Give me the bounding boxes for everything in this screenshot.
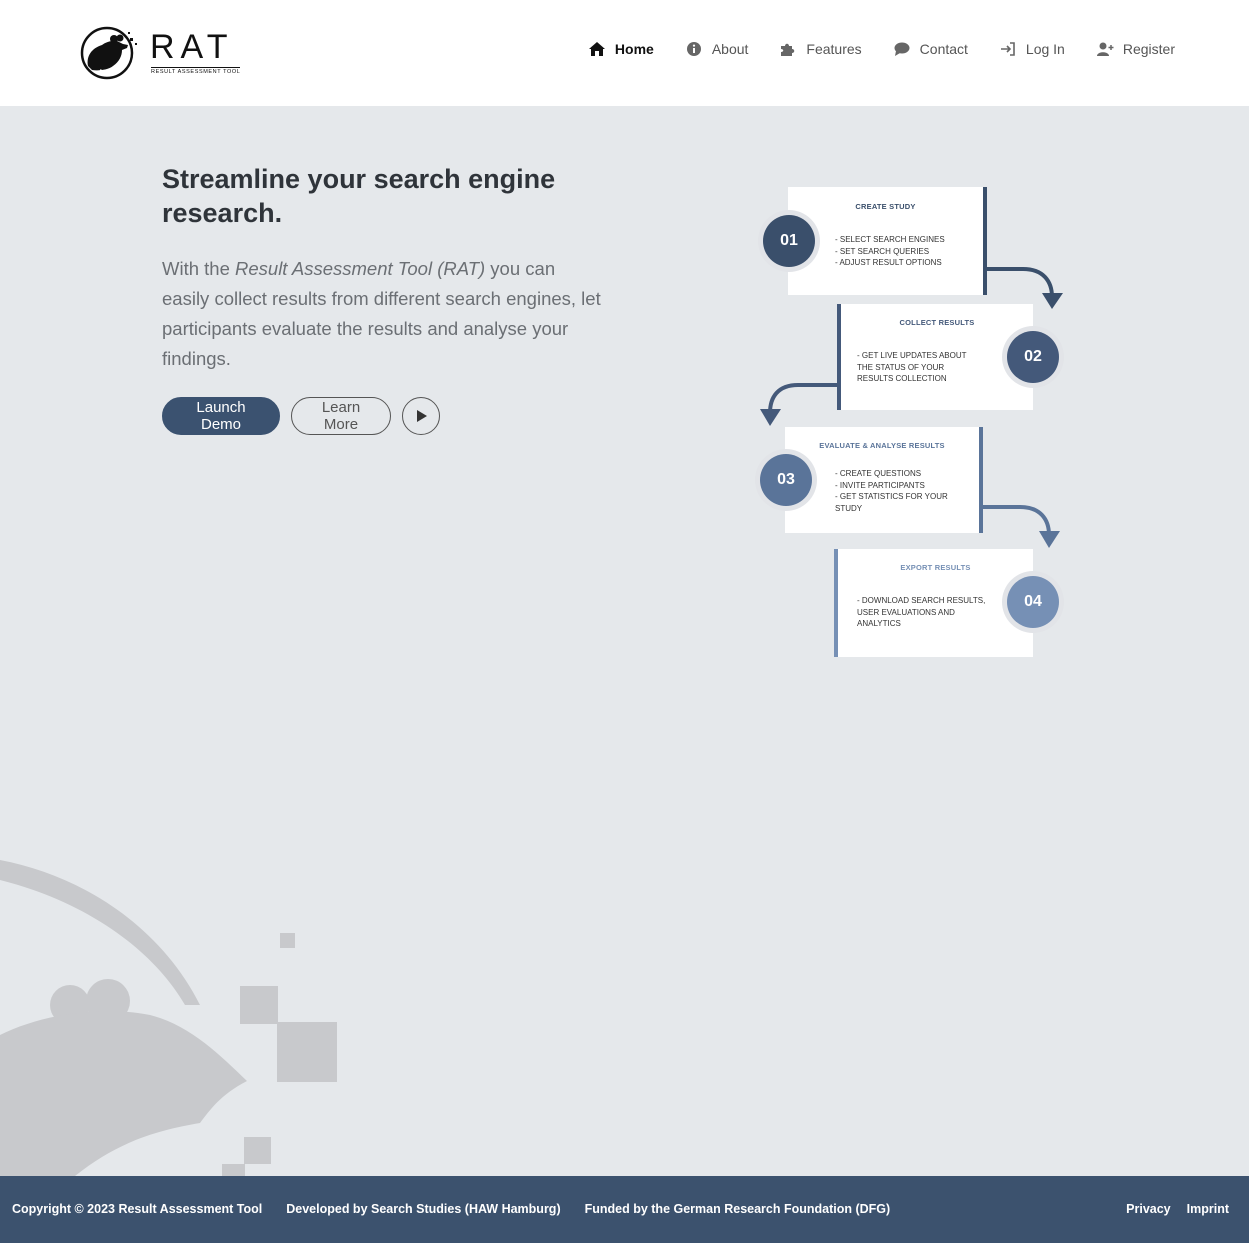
step-card-create-study: CREATE STUDY - SELECT SEARCH ENGINES - S… xyxy=(788,187,983,295)
brand-name: RAT xyxy=(150,28,234,66)
footer-copyright: Copyright © 2023 Result Assessment Tool xyxy=(12,1202,263,1216)
step-number-badge: 04 xyxy=(1007,576,1059,628)
step-detail-line: - GET STATISTICS FOR YOUR xyxy=(835,492,948,502)
step-number-badge: 01 xyxy=(763,215,815,267)
step-card-collect-results: COLLECT RESULTS - GET LIVE UPDATES ABOUT… xyxy=(841,304,1033,410)
step-details: - SELECT SEARCH ENGINES - SET SEARCH QUE… xyxy=(835,234,945,269)
footer-links: Privacy Imprint xyxy=(1110,1202,1229,1216)
step-title: CREATE STUDY xyxy=(855,202,916,211)
footer-developed-by: Developed by Search Studies (HAW Hamburg… xyxy=(286,1202,561,1216)
step-title: EXPORT RESULTS xyxy=(900,563,971,572)
rat-logo-icon xyxy=(80,26,137,80)
step-title: COLLECT RESULTS xyxy=(899,318,975,327)
step-details: - CREATE QUESTIONS - INVITE PARTICIPANTS… xyxy=(835,468,948,514)
hero-actions: Launch Demo Learn More xyxy=(162,397,440,435)
nav-contact-label: Contact xyxy=(919,41,968,57)
step-detail-line: - INVITE PARTICIPANTS xyxy=(835,480,925,490)
nav-login-label: Log In xyxy=(1025,41,1065,57)
step-details: - DOWNLOAD SEARCH RESULTS, USER EVALUATI… xyxy=(857,595,985,630)
puzzle-icon xyxy=(781,43,795,56)
nav-contact[interactable]: Contact xyxy=(893,41,968,57)
main-nav: Home About Features Contact Log In Regis… xyxy=(557,41,1175,57)
step-detail-line: ANALYTICS xyxy=(857,619,901,629)
step-detail-line: THE STATUS OF YOUR xyxy=(857,362,945,372)
hero-title: Streamline your search engine research. xyxy=(162,164,556,228)
nav-login[interactable]: Log In xyxy=(999,41,1065,57)
launch-demo-button[interactable]: Launch Demo xyxy=(162,397,280,435)
nav-register[interactable]: Register xyxy=(1096,41,1175,57)
footer-info: Copyright © 2023 Result Assessment Tool … xyxy=(12,1202,914,1216)
nav-register-label: Register xyxy=(1122,41,1175,57)
step-detail-line: - DOWNLOAD SEARCH RESULTS, xyxy=(857,596,986,605)
step-number-badge: 03 xyxy=(760,454,812,506)
brand-logo[interactable]: RAT RESULT ASSESSMENT TOOL xyxy=(80,26,241,82)
nav-features[interactable]: Features xyxy=(779,41,862,57)
decorative-rat-icon xyxy=(0,860,337,1176)
step-detail-line: - SET SEARCH QUERIES xyxy=(835,246,930,256)
nav-about[interactable]: About xyxy=(685,41,749,57)
footer-funded-by: Funded by the German Research Foundation… xyxy=(584,1202,891,1216)
step-detail-line: STUDY xyxy=(835,503,863,513)
info-icon xyxy=(686,42,701,56)
hero-description: With the Result Assessment Tool (RAT) yo… xyxy=(162,254,602,374)
footer-imprint-link[interactable]: Imprint xyxy=(1187,1202,1229,1216)
comment-icon xyxy=(894,42,910,56)
nav-home[interactable]: Home xyxy=(588,41,654,57)
home-icon xyxy=(588,42,605,56)
step-title: EVALUATE & ANALYSE RESULTS xyxy=(819,441,945,450)
step-detail-line: - SELECT SEARCH ENGINES xyxy=(835,235,945,244)
step-number-badge: 02 xyxy=(1007,331,1059,383)
workflow-diagram: CREATE STUDY - SELECT SEARCH ENGINES - S… xyxy=(758,185,1068,660)
nav-features-label: Features xyxy=(806,41,862,57)
play-video-button[interactable] xyxy=(402,397,440,435)
step-detail-line: - CREATE QUESTIONS xyxy=(835,469,922,478)
page-footer: Copyright © 2023 Result Assessment Tool … xyxy=(0,1176,1249,1243)
step-detail-line: USER EVALUATIONS AND xyxy=(857,607,955,617)
login-icon xyxy=(1000,42,1015,56)
nav-home-label: Home xyxy=(614,41,654,57)
top-header: RAT RESULT ASSESSMENT TOOL Home About Fe… xyxy=(0,0,1249,106)
step-card-evaluate-analyse: EVALUATE & ANALYSE RESULTS - CREATE QUES… xyxy=(785,427,979,533)
step-details: - GET LIVE UPDATES ABOUT THE STATUS OF Y… xyxy=(857,350,967,385)
hero-desc-emphasis: Result Assessment Tool (RAT) xyxy=(235,258,486,279)
step-detail-line: RESULTS COLLECTION xyxy=(857,374,947,384)
learn-more-button[interactable]: Learn More xyxy=(291,397,391,435)
footer-privacy-link[interactable]: Privacy xyxy=(1126,1202,1170,1216)
step-card-export-results: EXPORT RESULTS - DOWNLOAD SEARCH RESULTS… xyxy=(838,549,1033,657)
user-plus-icon xyxy=(1096,42,1114,56)
play-icon xyxy=(417,410,427,422)
hero-desc-prefix: With the xyxy=(162,258,235,279)
brand-tagline: RESULT ASSESSMENT TOOL xyxy=(151,67,241,75)
step-detail-line: - ADJUST RESULT OPTIONS xyxy=(835,258,942,268)
step-detail-line: - GET LIVE UPDATES ABOUT xyxy=(857,351,967,360)
nav-about-label: About xyxy=(711,41,749,57)
